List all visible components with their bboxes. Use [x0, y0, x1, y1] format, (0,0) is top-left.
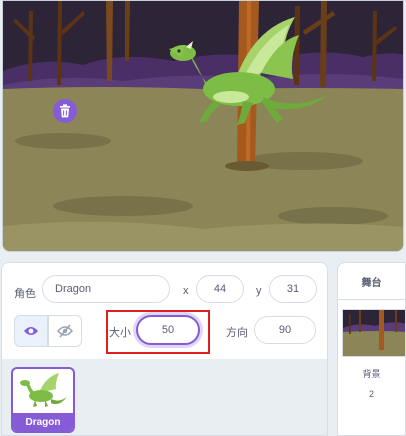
sprite-info-panel: 角色 Dragon x 44 y 31 大小 50 方向 90 Dragon: [1, 262, 328, 436]
dragon-thumbnail: [20, 373, 67, 407]
show-sprite-button[interactable]: [14, 315, 48, 347]
sprite-list: Dragon: [2, 359, 327, 435]
sprite-tile-dragon[interactable]: Dragon: [11, 367, 75, 433]
stage-scene: [3, 1, 403, 251]
x-label: x: [183, 285, 189, 297]
eye-icon: [24, 327, 38, 335]
eye-slash-icon: [57, 324, 73, 338]
direction-input[interactable]: 90: [254, 316, 316, 344]
sprite-properties: 角色 Dragon x 44 y 31 大小 50 方向 90: [2, 263, 327, 360]
hide-sprite-button[interactable]: [48, 315, 82, 347]
stage-canvas[interactable]: [2, 0, 404, 252]
stage-selector-panel[interactable]: 舞台 背景 2: [337, 262, 406, 436]
trash-icon: [60, 104, 70, 118]
stage-title: 舞台: [338, 263, 405, 300]
sprite-tile-name: Dragon: [13, 413, 73, 431]
sprite-label: 角色: [14, 288, 36, 300]
backdrops-label: 背景: [362, 369, 381, 379]
size-highlight-box: [106, 310, 210, 354]
backdrops-count: 2: [368, 389, 374, 399]
stage-thumbnail-image: [343, 310, 405, 356]
y-label: y: [256, 285, 262, 297]
stage-thumbnail[interactable]: [342, 309, 405, 357]
x-position-input[interactable]: 44: [196, 275, 244, 303]
y-position-input[interactable]: 31: [269, 275, 317, 303]
sprite-name-input[interactable]: Dragon: [42, 275, 170, 303]
direction-label: 方向: [226, 327, 248, 339]
delete-sprite-button[interactable]: [53, 99, 77, 123]
